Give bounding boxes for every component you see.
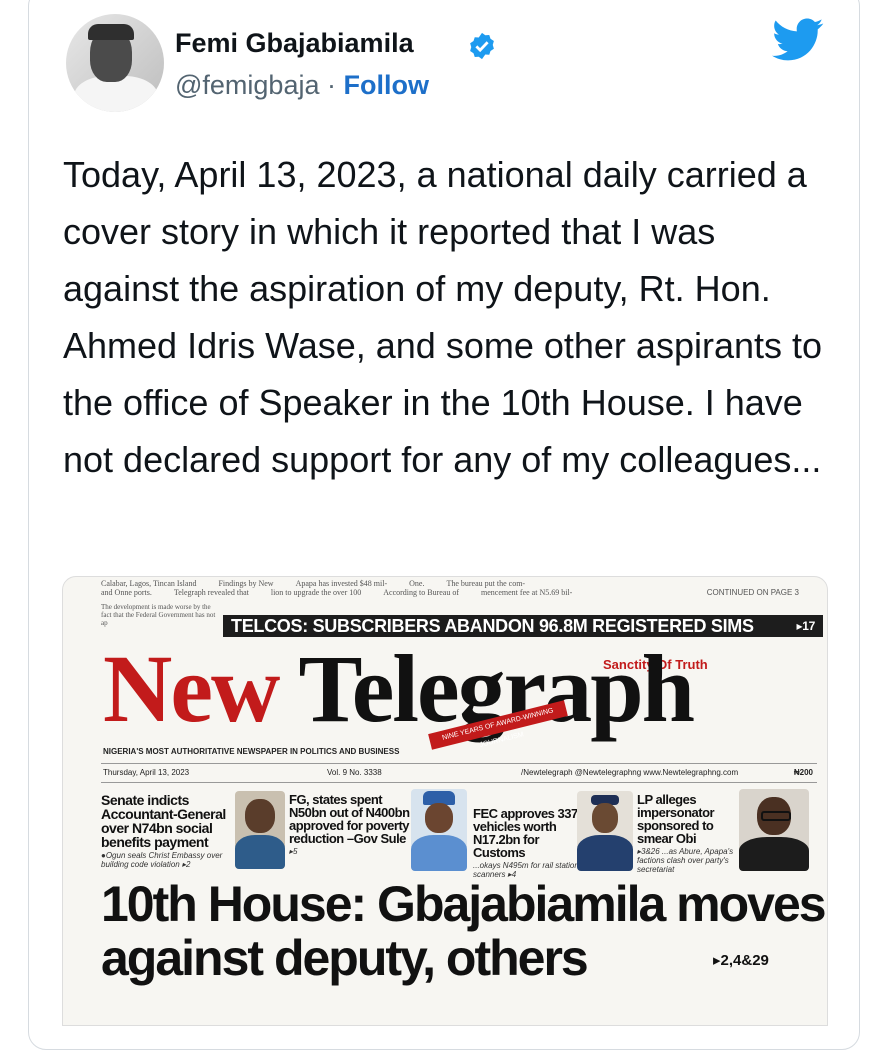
portrait-photo [411,789,467,871]
telcos-strip: TELCOS: SUBSCRIBERS ABANDON 96.8M REGIST… [223,615,823,637]
lead-line-1: 10th House: Gbajabiamila moves [101,876,827,932]
story-sub: ▸5 [289,847,298,856]
newspaper-image[interactable]: Calabar, Lagos, Tincan Island Findings by… [62,576,828,1026]
masthead-new: New [103,635,280,742]
lead-page-ref: ▸2,4&29 [713,952,769,969]
story-fec: FEC approves 337 vehicles worth N17.2bn … [473,807,583,879]
story-headline: FG, states spent N50bn out of N400bn app… [289,792,410,846]
telcos-page-ref: ▸17 [796,619,816,633]
portrait-photo [739,789,809,871]
story-sub: ●Ogun seals Christ Embassy over building… [101,851,223,869]
story-headline: Senate indicts Accountant-General over N… [101,792,226,850]
paper-social: /Newtelegraph @Newtelegraphng www.Newtel… [521,768,739,777]
dateline: Thursday, April 13, 2023 Vol. 9 No. 3338… [101,763,817,783]
paper-top-snippets: Calabar, Lagos, Tincan Island Findings by… [101,579,799,597]
tweet-text: Today, April 13, 2023, a national daily … [63,154,823,480]
masthead: New Telegraph [103,641,695,737]
follow-button[interactable]: Follow [344,70,429,100]
paper-volume: Vol. 9 No. 3338 [327,768,382,777]
story-headline: LP alleges impersonator sponsored to sme… [637,792,715,846]
continued-label: CONTINUED ON PAGE 3 [706,588,799,597]
paper-date: Thursday, April 13, 2023 [103,768,190,777]
author-handle[interactable]: @femigbaja [175,70,319,100]
handle-row: @femigbaja · Follow [175,70,429,101]
telcos-headline: TELCOS: SUBSCRIBERS ABANDON 96.8M REGIST… [231,616,754,636]
paper-tagline: NIGERIA'S MOST AUTHORITATIVE NEWSPAPER I… [103,747,400,756]
separator: · [327,70,336,100]
story-lp: LP alleges impersonator sponsored to sme… [637,793,737,874]
story-sub: ▸3&26 ...as Abure, Apapa's factions clas… [637,847,734,874]
paper-side-snippet: The development is made worse by the fac… [101,603,216,627]
author-name[interactable]: Femi Gbajabiamila [175,28,414,59]
verified-badge-icon [470,32,494,60]
portrait-photo [235,791,285,869]
avatar[interactable] [66,14,164,112]
story-poverty: FG, states spent N50bn out of N400bn app… [289,793,419,856]
twitter-bird-icon[interactable] [772,18,824,62]
paper-price: ₦200 [793,768,813,777]
story-senate: Senate indicts Accountant-General over N… [101,793,241,869]
story-headline: FEC approves 337 vehicles worth N17.2bn … [473,806,578,860]
portrait-photo [577,791,633,871]
